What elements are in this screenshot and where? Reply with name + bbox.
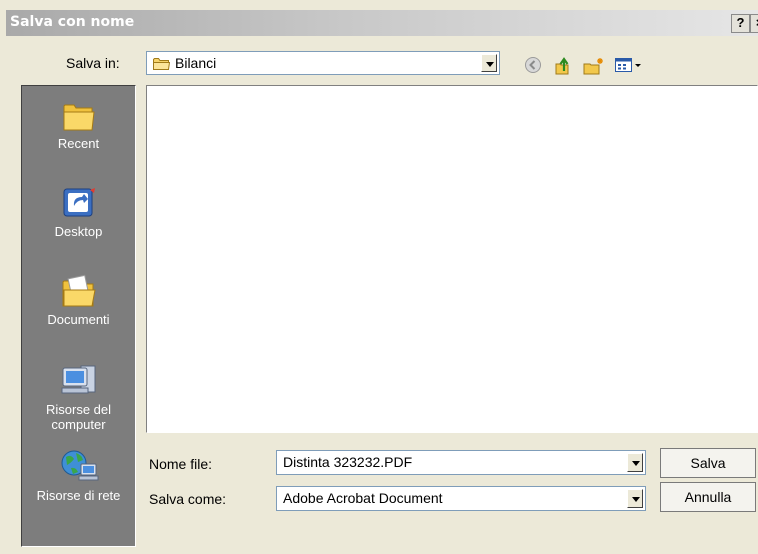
place-recent[interactable]: Recent [22, 100, 135, 151]
save-as-type-label: Salva come: [149, 491, 227, 507]
place-label: Recent [57, 136, 100, 151]
chevron-down-icon[interactable] [627, 489, 643, 508]
title-bar[interactable]: Salva con nome ? × [6, 10, 758, 36]
recent-folder-icon [63, 104, 95, 131]
place-label: Documenti [47, 312, 110, 327]
new-folder-icon[interactable] [583, 56, 605, 76]
chevron-down-icon[interactable] [481, 54, 497, 72]
chevron-down-icon[interactable] [627, 453, 643, 472]
place-label-line1: Risorse del [45, 402, 112, 417]
save-as-dialog: Salva con nome ? × Salva in: Bilanci [0, 0, 758, 554]
save-as-type-value: Adobe Acrobat Document [283, 490, 443, 506]
back-icon[interactable] [524, 56, 542, 74]
view-menu-icon[interactable] [614, 56, 644, 74]
current-folder-name: Bilanci [175, 55, 217, 71]
file-list[interactable] [146, 85, 758, 433]
file-name-label: Nome file: [149, 456, 213, 472]
up-folder-icon[interactable] [553, 56, 573, 76]
place-label: Risorse di rete [36, 488, 121, 503]
network-icon [61, 450, 98, 481]
place-desktop[interactable]: Desktop [22, 186, 135, 239]
folder-icon [153, 58, 170, 70]
place-label-line2: computer [51, 417, 106, 432]
window-title: Salva con nome [10, 14, 135, 30]
file-name-field[interactable]: Distinta 323232.PDF [276, 450, 646, 475]
save-in-dropdown[interactable]: Bilanci [146, 51, 500, 75]
file-name-value: Distinta 323232.PDF [283, 454, 413, 470]
desktop-icon [63, 188, 95, 217]
place-label: Desktop [54, 224, 103, 239]
places-bar: Recent Desktop Documenti Risorse del com… [21, 85, 136, 547]
close-button[interactable]: × [750, 14, 758, 33]
place-documents[interactable]: Documenti [22, 274, 135, 327]
save-button[interactable]: Salva [660, 448, 756, 478]
save-as-type-dropdown[interactable]: Adobe Acrobat Document [276, 486, 646, 511]
documents-folder-icon [62, 274, 96, 307]
place-my-computer[interactable]: Risorse del computer [22, 362, 135, 432]
my-computer-icon [61, 365, 95, 394]
place-network[interactable]: Risorse di rete [22, 448, 135, 503]
help-button[interactable]: ? [731, 14, 750, 33]
cancel-button[interactable]: Annulla [660, 482, 756, 512]
save-in-label: Salva in: [66, 55, 120, 71]
